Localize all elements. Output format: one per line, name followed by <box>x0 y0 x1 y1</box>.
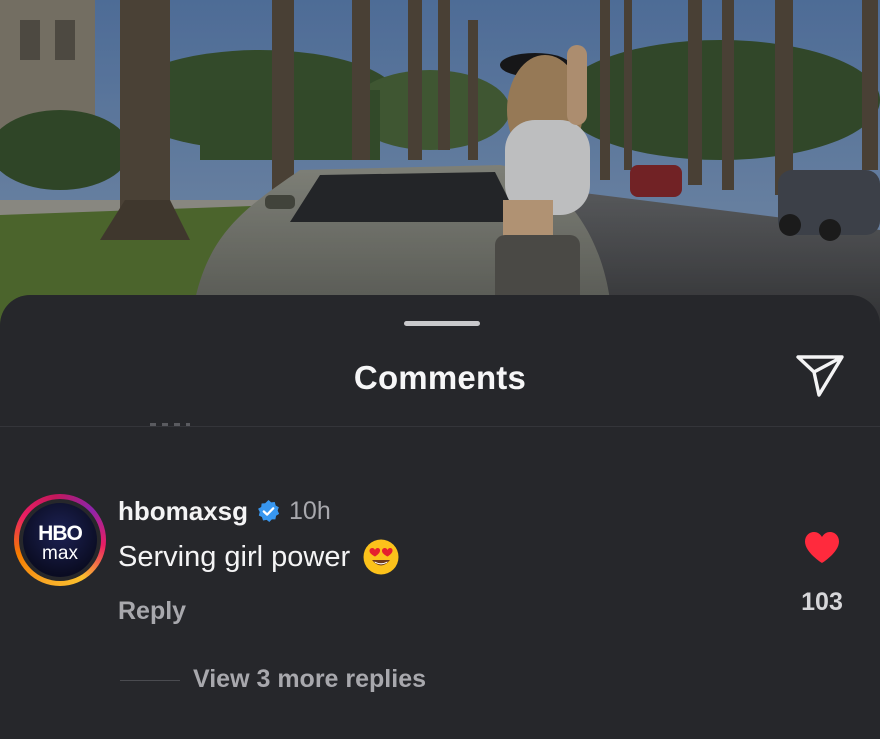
comment-timestamp: 10h <box>289 497 331 525</box>
logo-line2: max <box>42 543 78 564</box>
view-more-replies-button[interactable]: View 3 more replies <box>193 665 426 694</box>
verified-badge-icon <box>256 499 281 524</box>
paper-plane-icon[interactable] <box>792 351 848 399</box>
comment-avatar[interactable]: HBO max <box>14 494 106 586</box>
post-photo-background <box>0 0 880 330</box>
avatar-ring-gap: HBO max <box>19 499 101 581</box>
heart-eyes-emoji-icon <box>362 538 400 576</box>
comment-text: Serving girl power <box>118 540 351 573</box>
hbo-max-logo: HBO max <box>23 503 97 577</box>
comment-body: Serving girl power <box>118 538 400 576</box>
sheet-title: Comments <box>353 359 527 396</box>
filled-heart-icon[interactable] <box>803 530 841 566</box>
replies-connector-line <box>120 680 180 681</box>
drag-handle[interactable] <box>404 321 480 326</box>
comment-header: hbomaxsg 10h <box>118 496 331 527</box>
logo-line1: HBO <box>38 522 82 545</box>
reply-button[interactable]: Reply <box>118 597 186 626</box>
like-count: 103 <box>801 588 843 616</box>
header-divider <box>0 426 880 427</box>
comment-username[interactable]: hbomaxsg <box>118 496 248 527</box>
